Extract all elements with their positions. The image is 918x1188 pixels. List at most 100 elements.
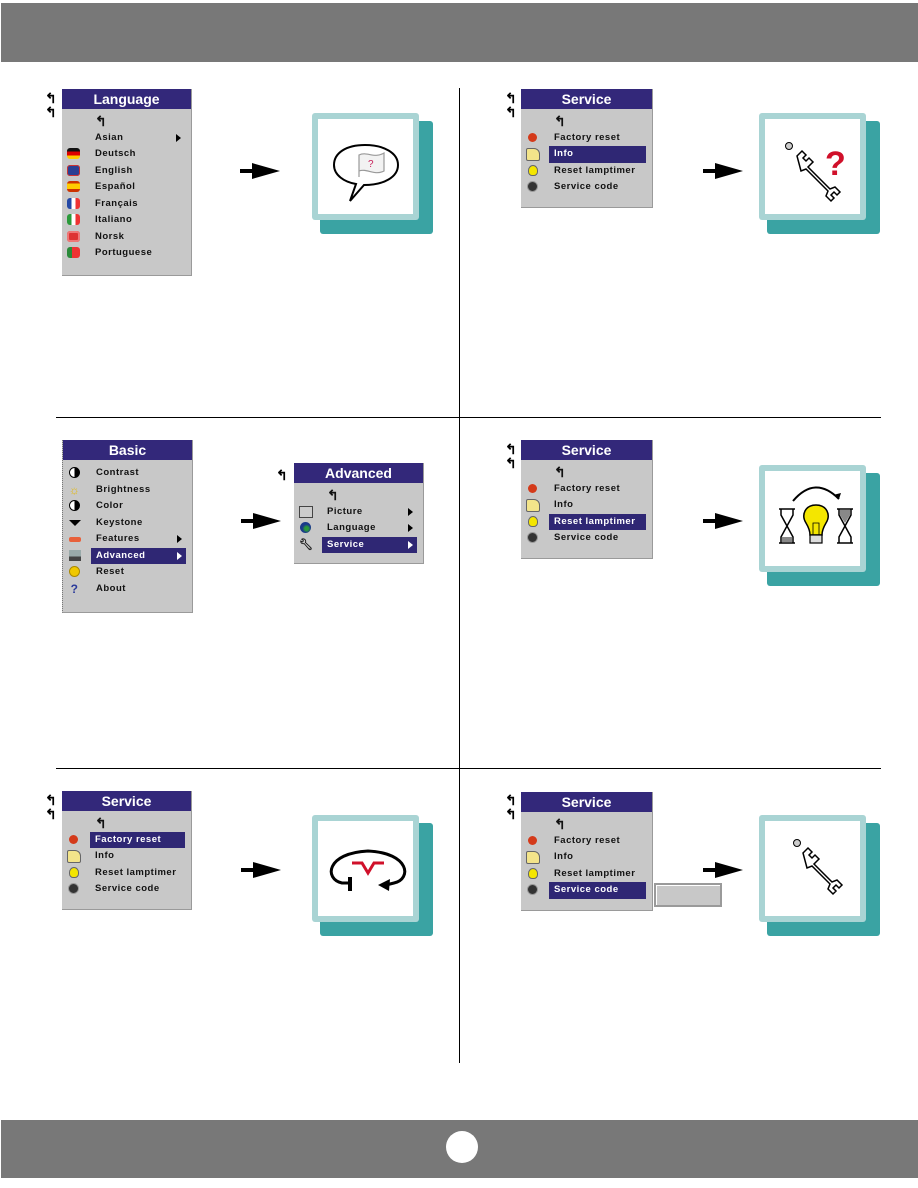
back-arrow-icon[interactable]: ↰ (505, 456, 517, 470)
menu-item-label: Italiano (95, 214, 133, 225)
info-icon (67, 850, 81, 863)
lamp-icon (67, 866, 80, 879)
menu-back-item[interactable]: ↰ (62, 815, 191, 832)
lamptimer-result-tile (759, 465, 880, 586)
menu-item-features[interactable]: Features (63, 531, 192, 548)
info-icon (526, 148, 540, 161)
submenu-arrow-icon (177, 535, 182, 543)
service-code-input[interactable] (654, 883, 722, 907)
row-divider-2 (56, 768, 881, 769)
back-arrow-icon[interactable]: ↰ (45, 105, 57, 119)
submenu-arrow-icon (408, 540, 413, 549)
back-arrow-icon: ↰ (554, 816, 567, 832)
menu-title: Basic (63, 440, 192, 460)
back-arrow-icon[interactable]: ↰ (505, 105, 517, 119)
submenu-arrow-icon (408, 507, 413, 516)
menu-item-service-code[interactable]: Service code (521, 882, 652, 899)
flag-uk-icon (67, 164, 80, 177)
menu-item-info[interactable]: Info (521, 146, 652, 163)
back-arrow-icon[interactable]: ↰ (505, 442, 517, 456)
menu-item-color[interactable]: Color (63, 498, 192, 515)
brightness-icon: ☼ (68, 482, 81, 497)
menu-item-advanced[interactable]: Advanced (63, 547, 192, 564)
menu-item-service-code[interactable]: Service code (62, 881, 191, 898)
color-icon (68, 500, 81, 512)
factory-reset-icon (67, 834, 80, 846)
menu-item-espa-ol[interactable]: Español (62, 179, 191, 196)
svg-text:?: ? (368, 159, 374, 170)
menu-item-info[interactable]: Info (521, 849, 652, 866)
service-menu: Service ↰ Factory reset Info Reset lamptim… (62, 791, 192, 910)
back-arrow-icon[interactable]: ↰ (505, 91, 517, 105)
menu-item-italiano[interactable]: Italiano (62, 212, 191, 229)
menu-item-norsk[interactable]: Norsk (62, 229, 191, 246)
menu-item-reset-lamptimer[interactable]: Reset lamptimer (62, 865, 191, 882)
lamp-icon (526, 164, 539, 177)
menu-item-portuguese[interactable]: Portuguese (62, 245, 191, 262)
menu-item-contrast[interactable]: Contrast (63, 465, 192, 482)
lock-icon (526, 884, 539, 896)
menu-item-label: Factory reset (554, 834, 621, 846)
menu-item-label: Service code (95, 883, 160, 894)
flag-norway-icon (67, 230, 80, 243)
menu-item-label: Language (327, 522, 376, 533)
menu-item-about[interactable]: ? About (63, 581, 192, 598)
lock-icon (67, 883, 80, 895)
menu-back-item[interactable]: ↰ (294, 487, 423, 504)
menu-item-label: Color (96, 500, 124, 511)
menu-item-picture[interactable]: Picture (294, 504, 423, 521)
back-arrow-icon[interactable]: ↰ (505, 793, 517, 807)
menu-item-service-code[interactable]: Service code (521, 179, 652, 196)
back-arrow-icon[interactable]: ↰ (505, 807, 517, 821)
back-arrow-icon[interactable]: ↰ (276, 468, 288, 482)
menu-item-label: Factory reset (554, 131, 621, 143)
back-arrow-icon[interactable]: ↰ (45, 91, 57, 105)
menu-item-reset-lamptimer[interactable]: Reset lamptimer (521, 513, 652, 530)
menu-back-item[interactable]: ↰ (521, 464, 652, 481)
factory-reset-icon (526, 483, 539, 495)
submenu-arrow-icon (177, 551, 182, 560)
menu-item-english[interactable]: English (62, 163, 191, 180)
menu-item-factory-reset[interactable]: Factory reset (521, 481, 652, 498)
menu-item-label: Info (549, 146, 646, 163)
menu-item-service[interactable]: 🔧︎ Service (294, 536, 423, 553)
menu-item-factory-reset[interactable]: Factory reset (62, 831, 191, 848)
menu-item-label: Reset lamptimer (554, 867, 636, 879)
back-arrow-icon[interactable]: ↰ (45, 793, 57, 807)
menu-item-info[interactable]: Info (521, 497, 652, 514)
back-arrow-icon: ↰ (554, 464, 567, 480)
menu-item-label: Service code (554, 181, 619, 192)
picture-icon (299, 505, 313, 518)
menu-back-item[interactable]: ↰ (521, 816, 652, 833)
menu-item-label: Info (95, 850, 115, 861)
menu-item-info[interactable]: Info (62, 848, 191, 865)
menu-item-label: Picture (327, 505, 363, 517)
speech-bubble-flag-question-icon: ? (332, 143, 400, 202)
menu-item-label: Brightness (96, 483, 151, 495)
service-code-result-tile (759, 815, 880, 936)
flag-germany-icon (67, 148, 80, 160)
menu-item-factory-reset[interactable]: Factory reset (521, 833, 652, 850)
about-icon: ? (70, 581, 79, 596)
menu-item-label: Deutsch (95, 148, 136, 159)
menu-item-label: Keystone (96, 516, 143, 528)
menu-item-fran-ais[interactable]: Français (62, 196, 191, 213)
menu-back-item[interactable]: ↰ (521, 113, 652, 130)
menu-item-brightness[interactable]: ☼ Brightness (63, 482, 192, 499)
menu-item-factory-reset[interactable]: Factory reset (521, 130, 652, 147)
menu-title: Service (62, 791, 191, 811)
menu-item-label: Factory reset (554, 482, 621, 494)
menu-item-language[interactable]: Language (294, 520, 423, 537)
lock-icon (526, 532, 539, 544)
back-arrow-icon: ↰ (95, 113, 108, 129)
menu-back-item[interactable]: ↰ (62, 113, 191, 130)
menu-item-keystone[interactable]: Keystone (63, 515, 192, 532)
menu-item-service-code[interactable]: Service code (521, 530, 652, 547)
menu-item-asian[interactable]: Asian (62, 130, 191, 147)
menu-item-reset-lamptimer[interactable]: Reset lamptimer (521, 163, 652, 180)
column-divider (459, 88, 460, 1063)
menu-item-deutsch[interactable]: Deutsch (62, 146, 191, 163)
menu-item-reset-lamptimer[interactable]: Reset lamptimer (521, 866, 652, 883)
back-arrow-icon[interactable]: ↰ (45, 807, 57, 821)
menu-item-reset[interactable]: Reset (63, 564, 192, 581)
